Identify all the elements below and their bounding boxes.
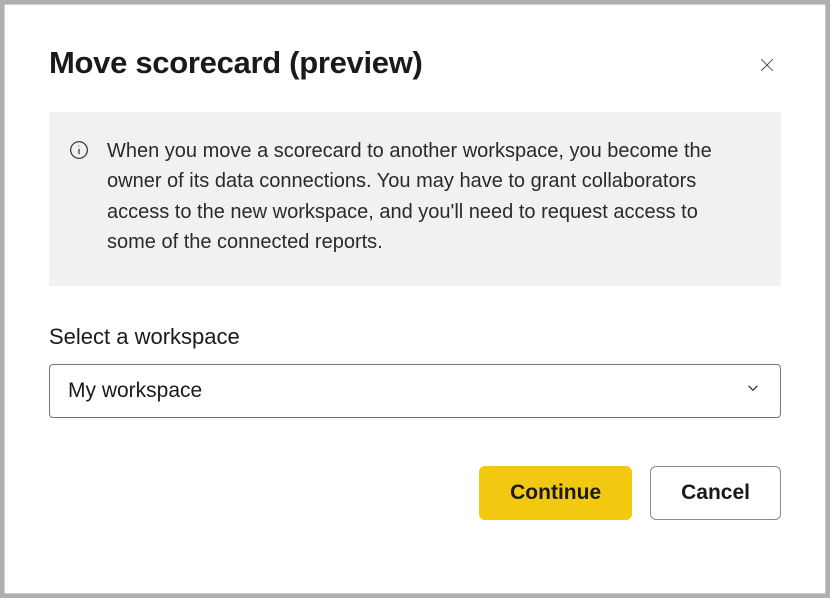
continue-button[interactable]: Continue xyxy=(479,466,632,520)
dialog-header: Move scorecard (preview) xyxy=(49,45,781,82)
info-text: When you move a scorecard to another wor… xyxy=(107,136,747,258)
workspace-label: Select a workspace xyxy=(49,324,781,350)
close-button[interactable] xyxy=(753,51,781,82)
workspace-selected-value: My workspace xyxy=(68,379,202,403)
move-scorecard-dialog: Move scorecard (preview) When you move a… xyxy=(4,4,826,594)
workspace-dropdown[interactable]: My workspace xyxy=(49,364,781,418)
close-icon xyxy=(757,55,777,78)
info-icon xyxy=(69,140,89,165)
cancel-button[interactable]: Cancel xyxy=(650,466,781,520)
dialog-actions: Continue Cancel xyxy=(49,466,781,520)
info-banner: When you move a scorecard to another wor… xyxy=(49,112,781,286)
dialog-title: Move scorecard (preview) xyxy=(49,45,423,81)
chevron-down-icon xyxy=(744,379,762,403)
